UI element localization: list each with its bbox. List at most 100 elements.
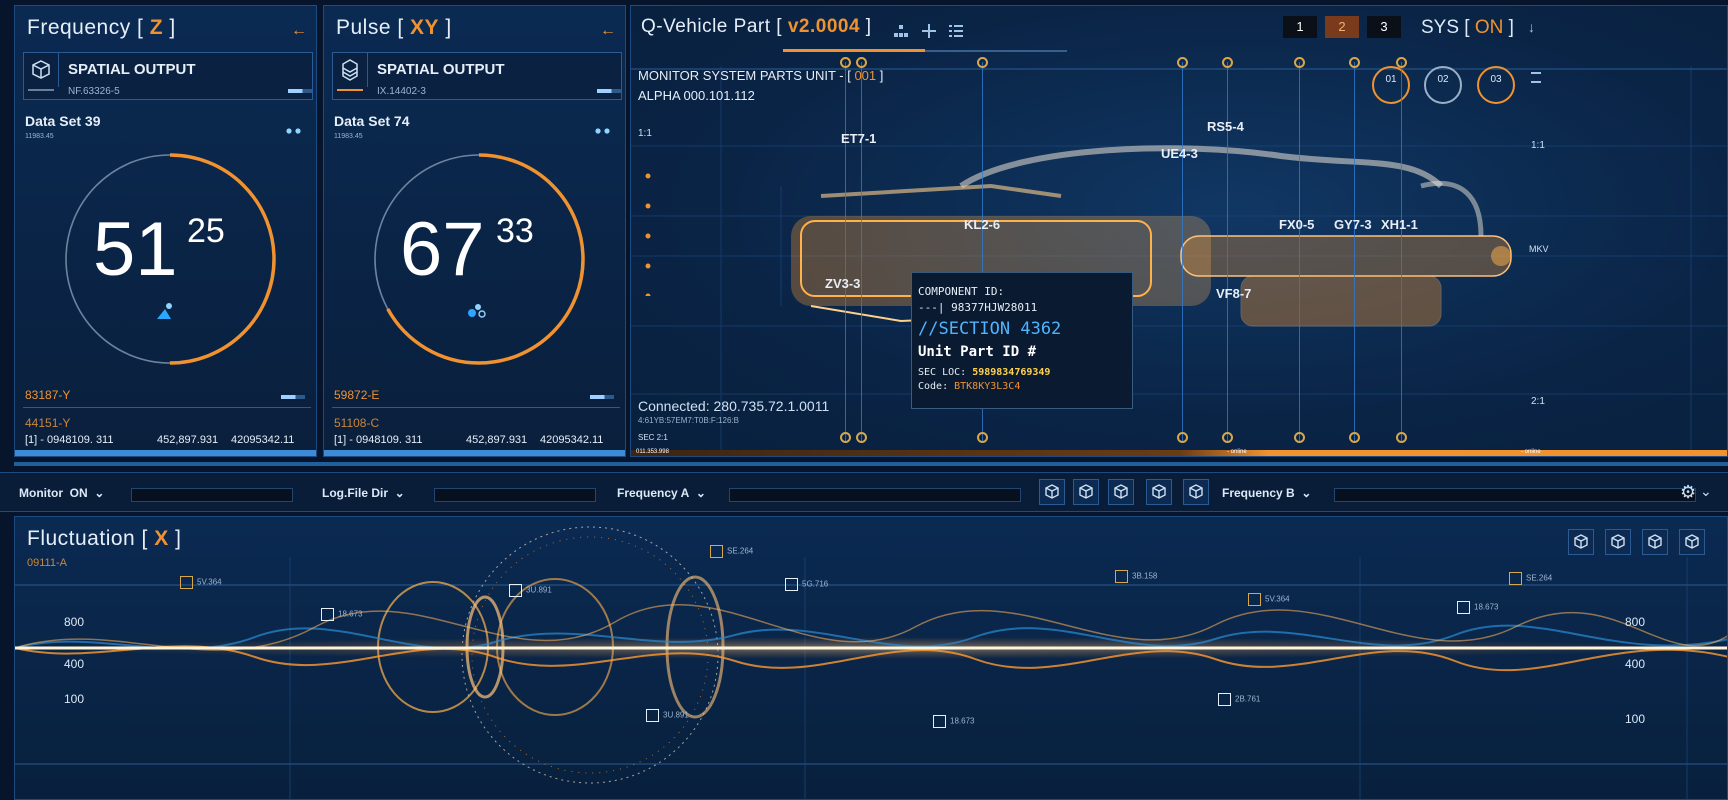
more-dots-icon[interactable] <box>594 122 614 134</box>
gear-icon[interactable]: ⚙ <box>1680 482 1696 503</box>
cube-icon[interactable] <box>1183 479 1209 505</box>
anchor-dot <box>856 57 867 68</box>
part-label[interactable]: XH1-1 <box>1381 217 1418 232</box>
tab-3[interactable]: 3 <box>1367 16 1401 38</box>
marker-label: SE.264 <box>727 546 754 556</box>
data-marker[interactable]: 2B.761 <box>1218 693 1260 706</box>
sys-suffix: ] <box>1503 17 1514 38</box>
data-marker[interactable]: 3U.891 <box>646 709 689 722</box>
readout-3: 42095342.11 <box>231 434 295 446</box>
data-marker[interactable]: 3B.158 <box>1115 570 1157 583</box>
data-marker[interactable]: 18.673 <box>933 715 974 728</box>
part-label[interactable]: ZV3-3 <box>825 276 860 291</box>
anchor-dot <box>1222 432 1233 443</box>
list-icon[interactable] <box>949 25 963 37</box>
scale-right-800: 800 <box>1625 615 1646 629</box>
anchor-dot <box>977 432 988 443</box>
code-b: 51108-C <box>334 416 380 430</box>
cube-icon[interactable] <box>1039 479 1065 505</box>
frequency-a-field[interactable] <box>729 488 1021 502</box>
part-label[interactable]: RS5-4 <box>1207 119 1244 134</box>
marker-label: 5V.364 <box>197 577 222 587</box>
part-label[interactable]: GY7-3 <box>1334 217 1372 232</box>
output-id: IX.14402-3 <box>377 86 426 97</box>
panel-bottom-bar <box>324 450 625 456</box>
monitor-field[interactable] <box>131 488 293 502</box>
code-value: BTK8KY3L3C4 <box>954 381 1021 392</box>
menu-icon[interactable] <box>1531 72 1541 83</box>
download-arrow-icon[interactable]: ↓ <box>1528 19 1535 35</box>
part-label[interactable]: UE4-3 <box>1161 146 1198 161</box>
ring-03[interactable]: 03 <box>1477 66 1515 104</box>
data-marker[interactable]: SE.264 <box>1509 572 1552 585</box>
monitor-line: MONITOR SYSTEM PARTS UNIT - [ 001 ] <box>638 68 883 83</box>
data-marker[interactable]: 3U.891 <box>509 584 552 597</box>
anchor-dot <box>1177 432 1188 443</box>
data-marker[interactable]: 5V.364 <box>180 576 222 589</box>
part-label[interactable]: VF8-7 <box>1216 286 1251 301</box>
more-dots-icon[interactable] <box>285 122 305 134</box>
leader-line <box>1299 62 1300 442</box>
scale-left-400: 400 <box>64 657 85 671</box>
data-marker[interactable]: 18.673 <box>1457 601 1498 614</box>
part-label[interactable]: KL2-6 <box>964 217 1000 232</box>
title-suffix: ] <box>439 16 452 39</box>
status-left: 011.353.998 <box>636 449 669 455</box>
frequency-b-select[interactable]: Frequency B ⌄ <box>1222 486 1311 500</box>
code-label: Code: <box>918 381 955 392</box>
ring-label: 02 <box>1437 74 1449 85</box>
data-marker[interactable]: SE.264 <box>710 545 753 558</box>
dataset-label: Data Set 39 <box>25 113 101 129</box>
cube-icon[interactable] <box>1073 479 1099 505</box>
gauge-value-decimal: 33 <box>496 212 534 250</box>
toolbar: Monitor ON ⌄ Log.File Dir ⌄ Frequency A … <box>0 472 1728 512</box>
data-marker[interactable]: 18.673 <box>321 608 362 621</box>
sys-status[interactable]: SYS [ ON ] <box>1421 17 1514 39</box>
ring-02[interactable]: 02 <box>1424 66 1462 104</box>
output-label: SPATIAL OUTPUT <box>377 61 505 78</box>
readout-2: 452,897.931 <box>157 434 219 446</box>
chevron-down-icon[interactable]: ⌄ <box>1700 483 1712 500</box>
frequency-b-field[interactable] <box>1334 488 1696 502</box>
logfile-field[interactable] <box>434 488 596 502</box>
part-label[interactable]: ET7-1 <box>841 131 876 146</box>
component-tooltip: COMPONENT ID: ---| 98377HJW28011 //SECTI… <box>911 272 1133 409</box>
logfile-label: Log.File Dir <box>322 486 388 500</box>
alpha-label: ALPHA 000.101.112 <box>638 88 755 103</box>
dataset-sub: 11983.45 <box>25 133 54 140</box>
scale-right-bottom: 2:1 <box>1531 396 1545 407</box>
monitor-label: Monitor <box>19 486 63 500</box>
monitor-toggle[interactable]: Monitor ON ⌄ <box>19 486 104 500</box>
part-label[interactable]: FX0-5 <box>1279 217 1314 232</box>
anchor-dot <box>856 432 867 443</box>
anchor-dot <box>977 57 988 68</box>
dataset-sub: 11983.45 <box>334 133 363 140</box>
component-id: ---| 98377HJW28011 <box>918 301 1038 314</box>
back-arrow-icon[interactable]: ← <box>291 22 307 40</box>
move-icon[interactable] <box>922 24 936 38</box>
leader-line <box>1401 62 1402 442</box>
cube-icon[interactable] <box>1108 479 1134 505</box>
spatial-output-box[interactable]: SPATIAL OUTPUT NF.63326-5 <box>23 52 313 100</box>
molecule-icon <box>468 304 486 318</box>
hierarchy-icon[interactable] <box>893 24 909 38</box>
sys-state: ON <box>1474 17 1504 38</box>
back-arrow-icon[interactable]: ← <box>600 22 616 40</box>
marker-label: 18.673 <box>950 716 975 726</box>
tab-1[interactable]: 1 <box>1283 16 1317 38</box>
anchor-dot <box>1294 432 1305 443</box>
anchor-dot <box>1396 432 1407 443</box>
ring-01[interactable]: 01 <box>1372 66 1410 104</box>
readout-1: [1] - 0948109. 311 <box>334 434 423 446</box>
spatial-output-box[interactable]: SPATIAL OUTPUT IX.14402-3 <box>332 52 622 100</box>
panel-title: Q-Vehicle Part [ v2.0004 ] <box>641 16 872 38</box>
cube-icon[interactable] <box>1146 479 1172 505</box>
frequency-a-select[interactable]: Frequency A ⌄ <box>617 486 706 500</box>
tab-2[interactable]: 2 <box>1325 16 1359 38</box>
data-marker[interactable]: 5V.364 <box>1248 593 1290 606</box>
log-file-dir[interactable]: Log.File Dir ⌄ <box>322 486 405 500</box>
status-online-1: - online <box>1227 449 1247 455</box>
data-marker[interactable]: 5G.716 <box>785 578 828 591</box>
readout-2: 452,897.931 <box>466 434 528 446</box>
scale-left-100: 100 <box>64 692 85 706</box>
